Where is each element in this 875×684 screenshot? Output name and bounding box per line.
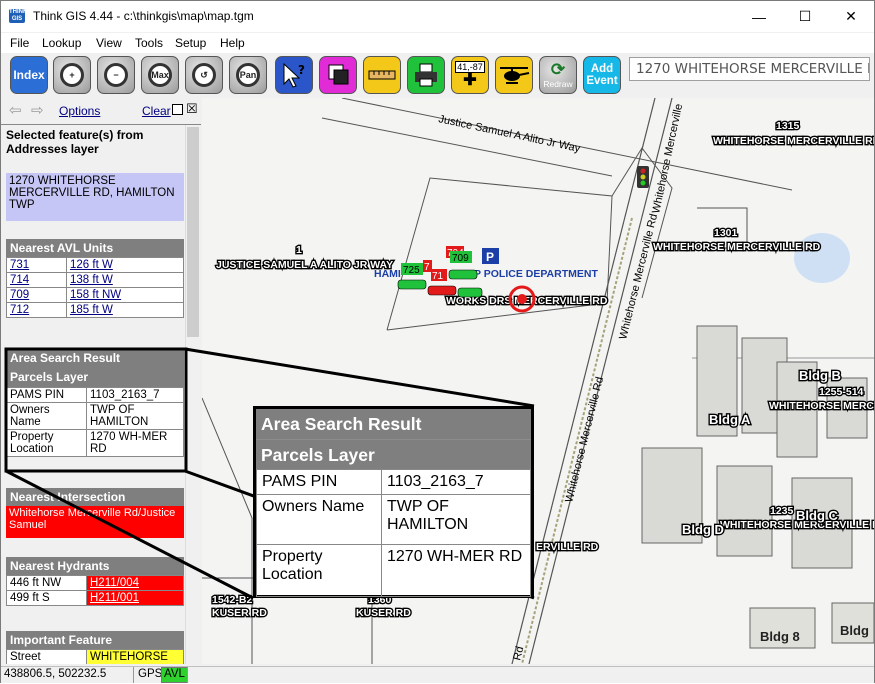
avl-status-badge: AVL (161, 667, 188, 683)
callout-heading: Area Search Result (256, 409, 531, 439)
table-row: PAMS PIN 1103_2163_7 (256, 469, 531, 495)
cursor-coordinates: 438806.5, 502232.5 (4, 668, 107, 680)
callout-subheading: Parcels Layer (256, 439, 531, 469)
callout-key: Property Location (256, 544, 382, 597)
callout-key: PAMS PIN (256, 469, 382, 495)
callout-value: TWP OF HAMILTON (381, 494, 531, 545)
callout-line (184, 347, 535, 408)
callout-value: 1103_2163_7 (381, 469, 531, 495)
status-bar: 438806.5, 502232.5 GPS AVL (1, 666, 874, 683)
status-divider (187, 667, 188, 683)
callout-key: Owners Name (256, 494, 382, 545)
app-window: THINK GIS Think GIS 4.44 - c:\thinkgis\m… (0, 0, 875, 683)
zoom-callout: Area Search Result Parcels Layer PAMS PI… (253, 406, 534, 598)
table-row: Property Location 1270 WH-MER RD (256, 544, 531, 597)
callout-table: PAMS PIN 1103_2163_7 Owners Name TWP OF HA… (256, 469, 531, 597)
callout-value: 1270 WH-MER RD (381, 544, 531, 597)
callout-line (5, 469, 254, 600)
table-row: Owners Name TWP OF HAMILTON (256, 494, 531, 545)
gps-status: GPS (138, 668, 163, 680)
status-divider (133, 667, 134, 683)
callout-source-box (4, 347, 188, 473)
